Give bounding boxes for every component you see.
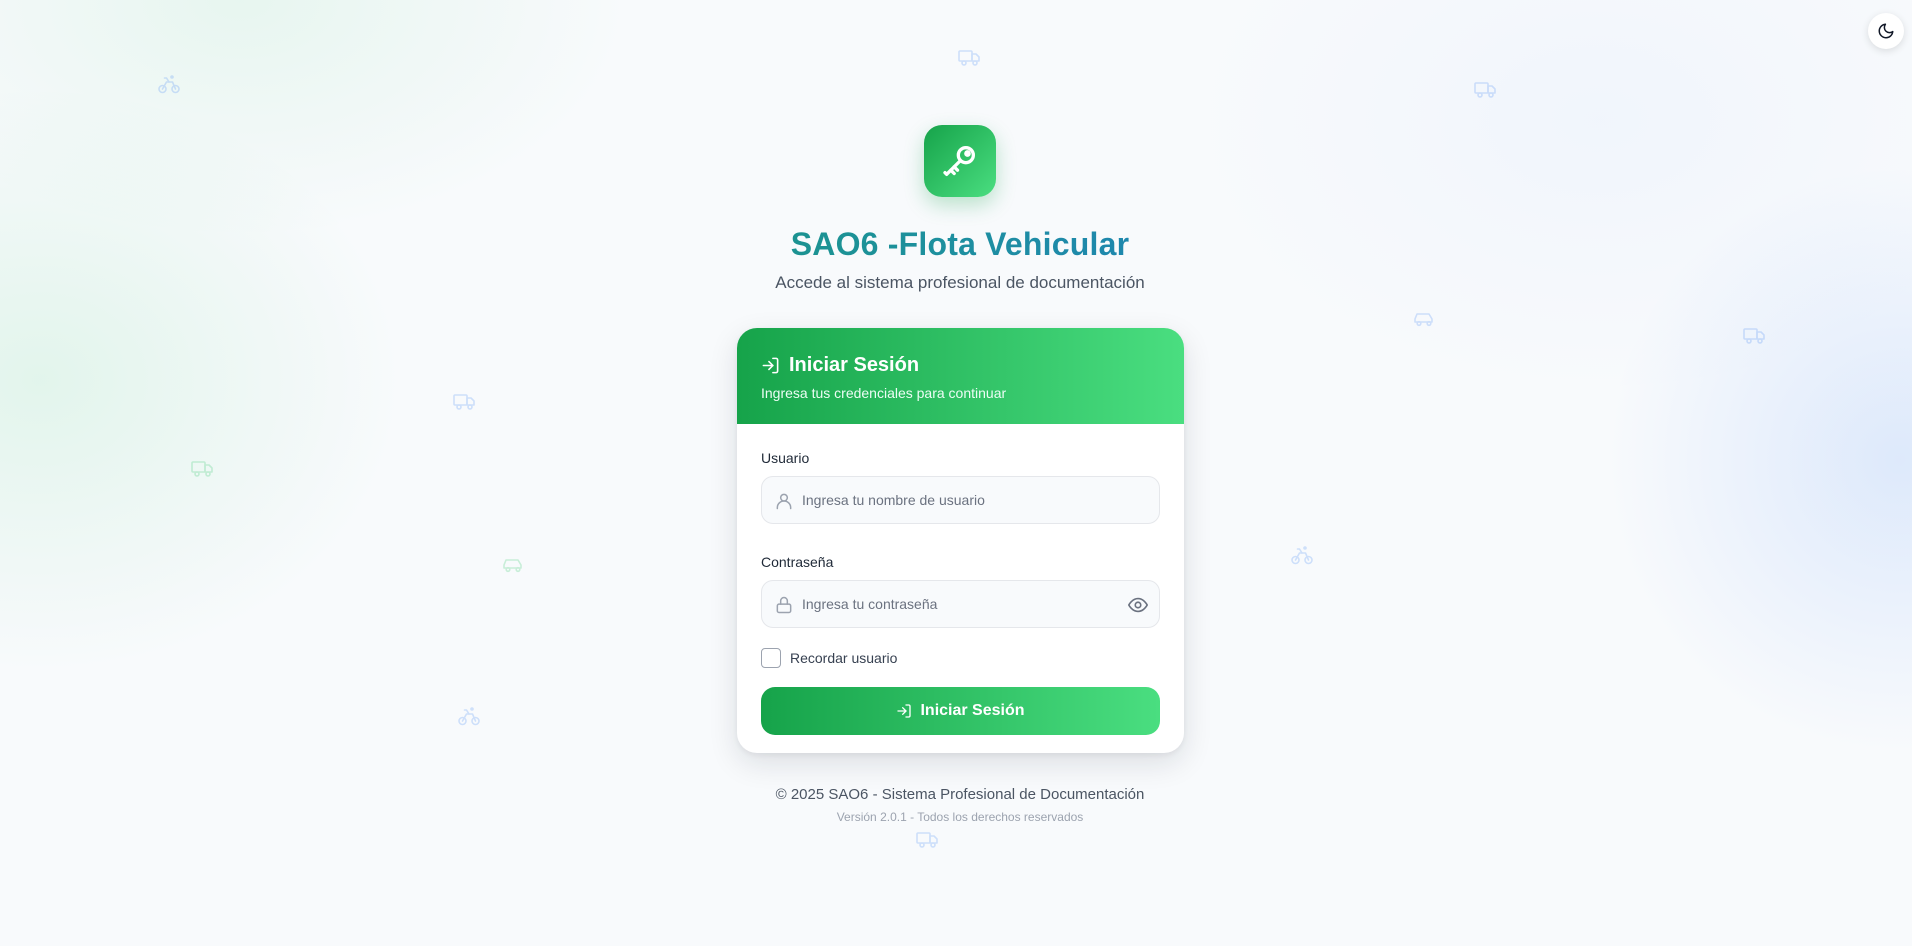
truck-icon	[191, 456, 215, 480]
bike-icon	[157, 72, 181, 96]
log-in-icon	[896, 703, 912, 719]
moon-icon	[1877, 22, 1895, 40]
login-submit-button[interactable]: Iniciar Sesión	[761, 687, 1160, 735]
page-title: SAO6 - Flota Vehicular	[0, 226, 1912, 263]
login-card-subtitle: Ingresa tus credenciales para continuar	[761, 385, 1007, 401]
key-icon	[940, 141, 980, 181]
bike-icon	[457, 704, 481, 728]
lock-icon	[774, 595, 794, 615]
login-card-title: Iniciar Sesión	[761, 354, 1160, 377]
login-card: Iniciar Sesión Ingresa tus credenciales …	[737, 328, 1184, 753]
truck-icon	[1743, 323, 1767, 347]
truck-icon	[916, 827, 940, 851]
username-input[interactable]	[762, 477, 1159, 523]
password-input[interactable]	[762, 581, 1159, 627]
username-field	[761, 476, 1160, 524]
truck-icon	[1474, 77, 1498, 101]
remember-user-checkbox[interactable]	[761, 648, 781, 668]
bike-icon	[1290, 543, 1314, 567]
log-in-icon	[761, 356, 780, 375]
login-submit-label: Iniciar Sesión	[920, 702, 1025, 719]
login-card-title-text: Iniciar Sesión	[789, 354, 920, 376]
username-label: Usuario	[761, 450, 810, 466]
password-field	[761, 580, 1160, 628]
login-form: Usuario Contraseña Recordar usuario	[737, 424, 1184, 735]
car-icon	[501, 553, 525, 577]
car-icon	[1412, 307, 1436, 331]
remember-user-label[interactable]: Recordar usuario	[790, 650, 897, 666]
eye-icon[interactable]	[1127, 594, 1149, 616]
remember-user: Recordar usuario	[761, 648, 1160, 668]
user-icon	[774, 491, 794, 511]
truck-icon	[958, 45, 982, 69]
page-subtitle: Accede al sistema profesional de documen…	[775, 273, 1145, 292]
footer-copyright: © 2025 SAO6 - Sistema Profesional de Doc…	[775, 786, 1145, 803]
password-label: Contraseña	[761, 554, 834, 570]
login-card-header: Iniciar Sesión Ingresa tus credenciales …	[737, 328, 1184, 424]
app-logo	[924, 125, 996, 197]
theme-toggle-button[interactable]	[1868, 13, 1904, 49]
truck-icon	[453, 389, 477, 413]
footer-version: Versión 2.0.1 - Todos los derechos reser…	[836, 810, 1084, 824]
